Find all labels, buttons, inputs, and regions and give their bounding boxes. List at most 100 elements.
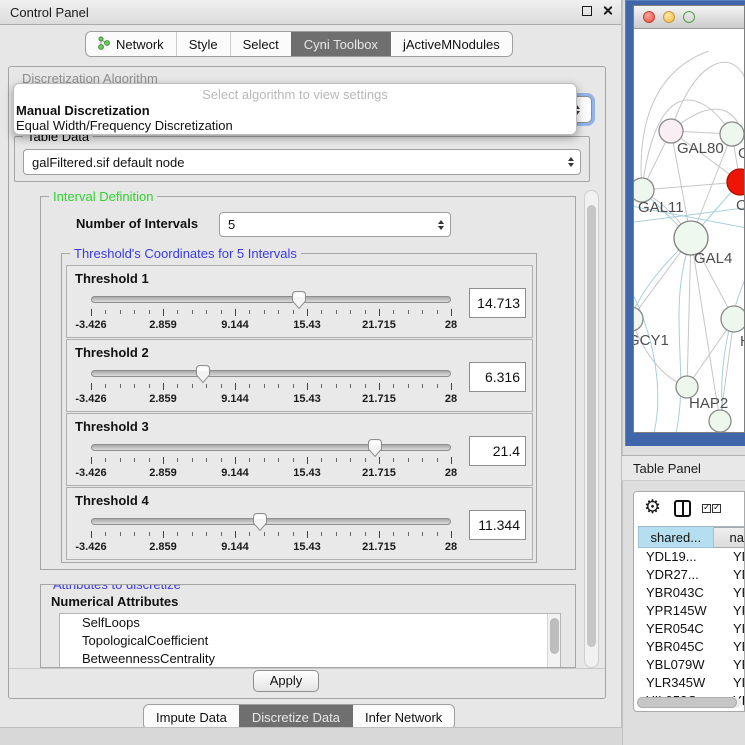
table-cell: YDL1 xyxy=(723,548,744,566)
network-canvas[interactable]: GAL80GCGAL11GAL4GCY1HHAP2 xyxy=(634,29,744,433)
threshold-slider-thumb[interactable] xyxy=(252,512,268,532)
gear-icon[interactable]: ⚙ xyxy=(644,498,661,518)
combobox-stepper-icon xyxy=(438,220,444,230)
attribute-item[interactable]: BetweennessCentrality xyxy=(60,650,560,668)
threshold-panel: Threshold 4 -3.4262.8599.14415.4321.7152… xyxy=(66,487,533,560)
interval-definition-group: Interval Definition Number of Intervals … xyxy=(40,196,576,570)
close-traffic-light-icon[interactable] xyxy=(643,11,655,23)
network-window-titlebar[interactable] xyxy=(634,6,744,29)
attributes-group-label: Attributes to discretize xyxy=(49,584,185,592)
threshold-sliders: Threshold 1 -3.4262.8599.14415.4321.7152… xyxy=(66,265,533,561)
panel-vertical-scrollbar[interactable] xyxy=(584,190,599,668)
split-columns-icon[interactable] xyxy=(674,500,691,517)
tab-style[interactable]: Style xyxy=(176,32,230,56)
table-row[interactable]: YDR27...YDR2 xyxy=(638,566,744,584)
control-panel-titlebar: Control Panel xyxy=(0,0,621,25)
close-icon[interactable] xyxy=(602,5,613,16)
table-row[interactable]: YBL079WYBL0 xyxy=(638,656,744,674)
control-panel-tabbar: Network Style Select Cyni Toolbox jActiv… xyxy=(85,31,513,57)
network-node-label: H xyxy=(740,333,744,350)
threshold-slider-track[interactable] xyxy=(91,296,451,303)
slider-tick-labels: -3.4262.8599.14415.4321.71528 xyxy=(91,541,451,553)
slider-ticks xyxy=(91,309,451,317)
table-cell: YER054C xyxy=(638,620,723,638)
minimize-traffic-light-icon[interactable] xyxy=(663,11,675,23)
threshold-slider-thumb[interactable] xyxy=(367,438,383,458)
table-cell: YLR3 xyxy=(723,674,744,692)
number-of-intervals-combobox[interactable]: 5 xyxy=(219,212,451,237)
scrollpane-bottom-border xyxy=(9,668,605,669)
network-node[interactable] xyxy=(709,410,731,432)
threshold-slider-thumb[interactable] xyxy=(195,364,211,384)
table-row[interactable]: YBR043CYBR0 xyxy=(638,584,744,602)
network-node-label: C xyxy=(736,197,744,214)
table-row[interactable]: YBR045CYBR0 xyxy=(638,638,744,656)
table-cell: YBR043C xyxy=(638,584,723,602)
network-node[interactable] xyxy=(721,306,744,332)
table-horizontal-scrollbar[interactable] xyxy=(637,697,741,708)
table-cell: YBR0 xyxy=(723,584,744,602)
dropdown-placeholder: Select algorithm to view settings xyxy=(14,86,576,103)
tab-style-label: Style xyxy=(189,37,218,52)
tab-select[interactable]: Select xyxy=(230,32,291,56)
table-cell: YBR0 xyxy=(723,638,744,656)
threshold-slider-track[interactable] xyxy=(91,370,451,377)
threshold-label: Threshold 2 xyxy=(75,345,149,360)
table-header-row: shared... na xyxy=(638,526,744,548)
table-row[interactable]: YPR145WYPR1 xyxy=(638,602,744,620)
attribute-item[interactable]: SelfLoops xyxy=(60,614,560,632)
tab-cyni-toolbox[interactable]: Cyni Toolbox xyxy=(291,32,390,56)
threshold-label: Threshold 4 xyxy=(75,493,149,508)
numerical-attributes-label: Numerical Attributes xyxy=(51,594,178,609)
network-tab-icon xyxy=(98,36,110,53)
table-data-combobox[interactable]: galFiltered.sif default node xyxy=(23,149,581,175)
network-canvas-svg: GAL80GCGAL11GAL4GCY1HHAP2 xyxy=(634,29,744,433)
threshold-panel: Threshold 2 -3.4262.8599.14415.4321.7152… xyxy=(66,339,533,412)
network-node[interactable] xyxy=(720,122,744,146)
slider-tick-labels: -3.4262.8599.14415.4321.71528 xyxy=(91,319,451,331)
threshold-value-field[interactable]: 11.344 xyxy=(469,510,526,540)
threshold-slider-track[interactable] xyxy=(91,444,451,451)
table-cell: YBL079W xyxy=(638,656,723,674)
column-header-name[interactable]: na xyxy=(714,527,744,548)
threshold-slider-track[interactable] xyxy=(91,518,451,525)
tab-discretize-data[interactable]: Discretize Data xyxy=(239,705,352,729)
tab-infer-network-label: Infer Network xyxy=(365,710,442,725)
apply-button[interactable]: Apply xyxy=(253,670,319,692)
network-node-label: GCY1 xyxy=(634,332,669,349)
select-columns-checkboxes-icon[interactable] xyxy=(702,504,721,513)
table-cell: YBR045C xyxy=(638,638,723,656)
tab-impute-data[interactable]: Impute Data xyxy=(144,705,239,729)
dropdown-option-manual-discretization[interactable]: Manual Discretization xyxy=(14,103,576,118)
table-row[interactable]: YDL19...YDL1 xyxy=(638,548,744,566)
node-table-body: YDL19...YDL1YDR27...YDR2YBR043CYBR0YPR14… xyxy=(638,548,744,710)
tab-discretize-data-label: Discretize Data xyxy=(252,710,340,725)
network-node-label: GAL80 xyxy=(677,140,724,157)
slider-ticks xyxy=(91,383,451,391)
dropdown-option-equal-width[interactable]: Equal Width/Frequency Discretization xyxy=(14,118,576,133)
network-node[interactable] xyxy=(634,307,643,331)
threshold-value-field[interactable]: 6.316 xyxy=(469,362,526,392)
interval-definition-group-label: Interval Definition xyxy=(49,189,157,204)
zoom-traffic-light-icon[interactable] xyxy=(683,11,695,23)
float-window-icon[interactable] xyxy=(582,6,592,16)
network-view-window: GAL80GCGAL11GAL4GCY1HHAP2 xyxy=(625,0,745,446)
threshold-value-field[interactable]: 14.713 xyxy=(469,288,526,318)
number-of-intervals-value: 5 xyxy=(228,217,235,232)
tab-network[interactable]: Network xyxy=(86,32,176,56)
attributes-list-scrollbar[interactable] xyxy=(547,614,560,668)
network-node-label: HAP2 xyxy=(689,395,728,412)
threshold-slider-thumb[interactable] xyxy=(291,290,307,310)
network-node[interactable] xyxy=(727,169,744,195)
table-row[interactable]: YER054CYER0 xyxy=(638,620,744,638)
application-window: Control Panel Network St xyxy=(0,0,745,745)
tab-select-label: Select xyxy=(243,37,279,52)
tab-infer-network[interactable]: Infer Network xyxy=(352,705,454,729)
numerical-attributes-list[interactable]: SelfLoopsTopologicalCoefficientBetweenne… xyxy=(59,613,561,668)
threshold-value-field[interactable]: 21.4 xyxy=(469,436,526,466)
attribute-item[interactable]: TopologicalCoefficient xyxy=(60,632,560,650)
table-row[interactable]: YLR345WYLR3 xyxy=(638,674,744,692)
table-data-group: Table Data galFiltered.sif default node xyxy=(14,136,590,182)
tab-jactivemnodules[interactable]: jActiveMNodules xyxy=(390,32,512,56)
column-header-shared-name[interactable]: shared... xyxy=(638,527,714,548)
